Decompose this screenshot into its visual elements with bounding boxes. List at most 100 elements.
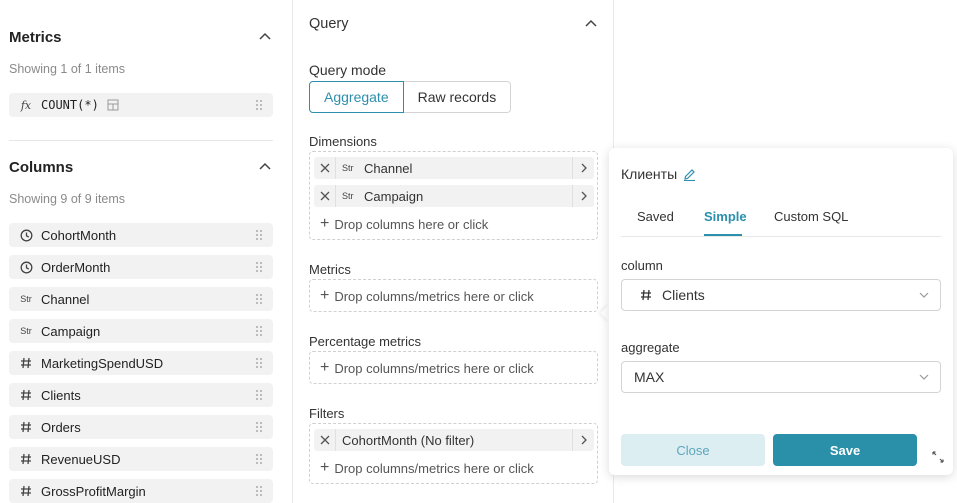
drag-handle-icon[interactable]	[255, 389, 263, 401]
string-type-icon: Str	[342, 163, 354, 173]
drag-handle-icon[interactable]	[255, 453, 263, 465]
column-item[interactable]: Clients	[9, 383, 273, 407]
numeric-type-icon	[14, 415, 38, 439]
column-item[interactable]: OrderMonth	[9, 255, 273, 279]
dimension-label: Channel	[364, 160, 413, 176]
column-select-value: Clients	[662, 287, 705, 303]
query-panel: Query Query mode Aggregate Raw records D…	[292, 0, 614, 503]
drag-handle-icon[interactable]	[255, 261, 263, 273]
chevron-right-icon[interactable]	[572, 185, 594, 207]
column-label: OrderMonth	[41, 259, 111, 275]
column-label: Channel	[41, 291, 90, 307]
column-item[interactable]: GrossProfitMargin	[9, 479, 273, 503]
column-label: CohortMonth	[41, 227, 117, 243]
filters-dropzone[interactable]: CohortMonth (No filter) + Drop columns/me…	[309, 423, 598, 484]
drag-handle-icon[interactable]	[255, 229, 263, 241]
column-item[interactable]: Orders	[9, 415, 273, 439]
filter-label: CohortMonth (No filter)	[342, 432, 475, 448]
metrics-label: Metrics	[309, 262, 351, 277]
calculator-icon	[107, 99, 119, 111]
string-type-icon: Str	[20, 294, 32, 304]
aggregate-mode-button[interactable]: Aggregate	[309, 81, 404, 113]
filter-chip[interactable]: CohortMonth (No filter)	[314, 429, 594, 451]
popover-tabs: Saved Simple Custom SQL	[621, 204, 941, 237]
add-filter-label: Drop columns/metrics here or click	[334, 460, 534, 476]
chevron-right-icon[interactable]	[572, 429, 594, 451]
add-percentage-metric[interactable]: + Drop columns/metrics here or click	[320, 360, 534, 376]
metrics-dropzone[interactable]: + Drop columns/metrics here or click	[309, 279, 598, 312]
remove-icon[interactable]	[314, 157, 336, 179]
chevron-up-icon[interactable]	[258, 30, 272, 44]
column-item[interactable]: MarketingSpendUSD	[9, 351, 273, 375]
add-dimension[interactable]: + Drop columns here or click	[320, 216, 488, 232]
pencil-icon[interactable]	[683, 168, 696, 181]
numeric-type-icon	[14, 383, 38, 407]
clock-icon	[14, 255, 38, 279]
columns-section-title: Columns	[9, 159, 74, 176]
column-item[interactable]: RevenueUSD	[9, 447, 273, 471]
aggregate-label: aggregate	[621, 340, 680, 355]
metric-edit-popover: Клиенты Saved Simple Custom SQL column C…	[609, 148, 953, 475]
tab-simple[interactable]: Simple	[704, 209, 747, 224]
save-button[interactable]: Save	[773, 434, 917, 466]
metric-item-count[interactable]: fx COUNT(*)	[9, 93, 273, 117]
numeric-type-icon	[14, 351, 38, 375]
drag-handle-icon[interactable]	[255, 421, 263, 433]
aggregate-select-value: MAX	[634, 369, 665, 385]
numeric-type-icon	[641, 289, 651, 301]
column-label: GrossProfitMargin	[41, 483, 146, 499]
string-type-icon: Str	[20, 326, 32, 336]
resize-icon[interactable]	[931, 450, 945, 464]
close-button[interactable]: Close	[621, 434, 765, 466]
column-select[interactable]: Clients	[621, 279, 941, 311]
remove-icon[interactable]	[314, 429, 336, 451]
columns-count: Showing 9 of 9 items	[9, 192, 126, 206]
drag-handle-icon[interactable]	[255, 99, 263, 111]
drag-handle-icon[interactable]	[255, 325, 263, 337]
active-tab-indicator	[704, 234, 742, 236]
column-label: RevenueUSD	[41, 451, 121, 467]
tab-saved[interactable]: Saved	[637, 209, 674, 224]
drag-handle-icon[interactable]	[255, 485, 263, 497]
add-metric[interactable]: + Drop columns/metrics here or click	[320, 288, 534, 304]
column-item[interactable]: Str Campaign	[9, 319, 273, 343]
dimensions-dropzone[interactable]: Str Channel Str Campaign + Drop columns h…	[309, 151, 598, 240]
column-label: column	[621, 258, 663, 273]
metrics-count: Showing 1 of 1 items	[9, 62, 126, 76]
drag-handle-icon[interactable]	[255, 293, 263, 305]
divider	[9, 140, 273, 141]
raw-records-mode-button[interactable]: Raw records	[403, 81, 512, 113]
query-mode-label: Query mode	[309, 62, 387, 78]
plus-icon: +	[320, 287, 330, 304]
query-mode-toggle: Aggregate Raw records	[309, 81, 512, 113]
chevron-right-icon[interactable]	[572, 157, 594, 179]
dimension-chip[interactable]: Str Channel	[314, 157, 594, 179]
chevron-down-icon	[919, 374, 929, 380]
numeric-type-icon	[14, 447, 38, 471]
tab-custom-sql[interactable]: Custom SQL	[774, 209, 848, 224]
drag-handle-icon[interactable]	[255, 357, 263, 369]
chevron-up-icon[interactable]	[584, 17, 598, 31]
popover-title-text: Клиенты	[621, 166, 678, 182]
plus-icon: +	[320, 359, 330, 376]
add-filter[interactable]: + Drop columns/metrics here or click	[320, 460, 534, 476]
percentage-metrics-dropzone[interactable]: + Drop columns/metrics here or click	[309, 351, 598, 384]
column-label: MarketingSpendUSD	[41, 355, 164, 371]
remove-icon[interactable]	[314, 185, 336, 207]
add-dimension-label: Drop columns here or click	[334, 216, 489, 232]
column-item[interactable]: CohortMonth	[9, 223, 273, 247]
numeric-type-icon	[14, 479, 38, 503]
add-metric-label: Drop columns/metrics here or click	[334, 288, 534, 304]
column-item[interactable]: Str Channel	[9, 287, 273, 311]
function-icon: fx	[20, 98, 32, 112]
chevron-down-icon	[919, 292, 929, 298]
plus-icon: +	[320, 459, 330, 476]
string-type-icon: Str	[342, 191, 354, 201]
chevron-up-icon[interactable]	[258, 160, 272, 174]
add-percentage-metric-label: Drop columns/metrics here or click	[334, 360, 534, 376]
filters-label: Filters	[309, 406, 345, 421]
left-panel: Metrics Showing 1 of 1 items fx COUNT(*)…	[0, 0, 281, 503]
aggregate-select[interactable]: MAX	[621, 361, 941, 393]
dimensions-label: Dimensions	[309, 134, 377, 149]
dimension-chip[interactable]: Str Campaign	[314, 185, 594, 207]
